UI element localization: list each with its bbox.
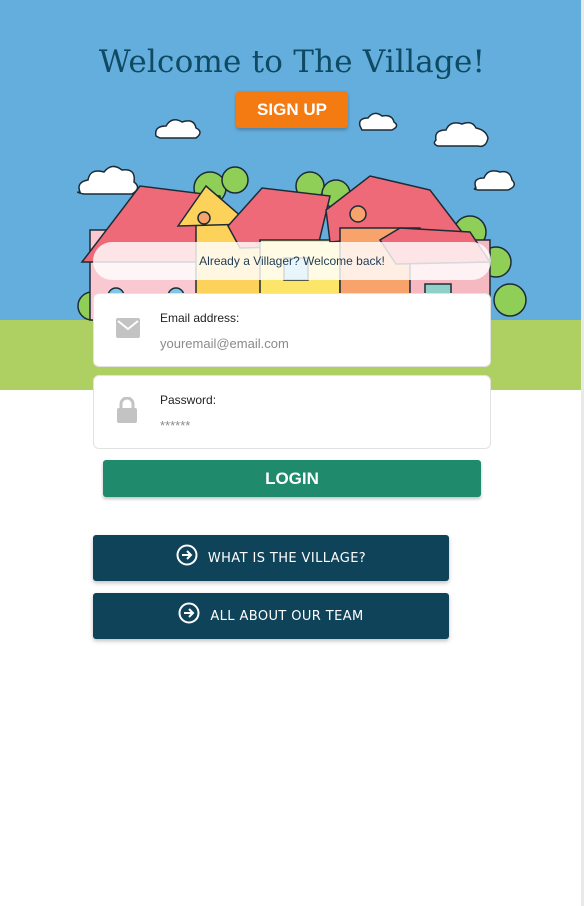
- password-label: Password:: [160, 393, 217, 407]
- email-input[interactable]: [160, 332, 460, 354]
- login-button[interactable]: LOGIN: [103, 460, 481, 497]
- password-input[interactable]: [160, 414, 460, 436]
- signup-button[interactable]: SIGN UP: [236, 91, 348, 128]
- password-field-card[interactable]: Password:: [93, 375, 491, 449]
- arrow-circle-right-icon: [176, 544, 198, 566]
- email-label: Email address:: [160, 311, 240, 325]
- email-field-card[interactable]: Email address:: [93, 293, 491, 367]
- page-title: Welcome to The Village!: [98, 44, 486, 80]
- arrow-circle-right-icon: [178, 602, 200, 624]
- all-about-our-team-label: ALL ABOUT OUR TEAM: [210, 608, 364, 624]
- welcome-back-text: Already a Villager? Welcome back!: [199, 254, 385, 268]
- all-about-our-team-button[interactable]: ALL ABOUT OUR TEAM: [93, 593, 449, 639]
- welcome-back-banner: Already a Villager? Welcome back!: [93, 242, 491, 280]
- what-is-the-village-button[interactable]: WHAT IS THE VILLAGE?: [93, 535, 449, 581]
- envelope-icon: [116, 318, 140, 343]
- lock-icon: [116, 396, 138, 428]
- what-is-the-village-label: WHAT IS THE VILLAGE?: [207, 550, 367, 566]
